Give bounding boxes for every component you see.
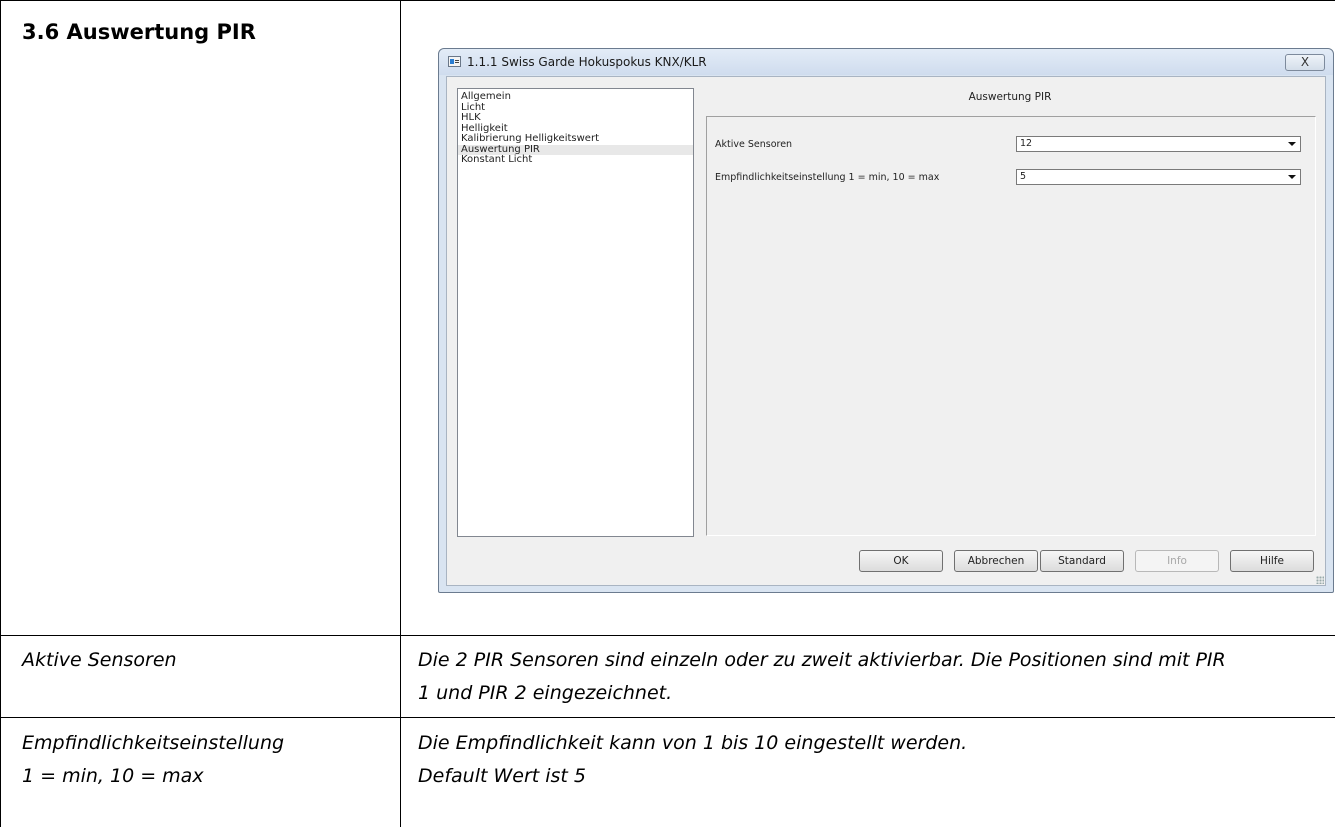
- standard-button[interactable]: Standard: [1040, 550, 1124, 572]
- close-button[interactable]: X: [1285, 54, 1325, 71]
- select-value: 5: [1020, 171, 1027, 182]
- param-name-cell: Aktive Sensoren: [22, 644, 177, 677]
- param-description-cell: Die 2 PIR Sensoren sind einzeln oder zu …: [418, 644, 1226, 710]
- panel-title: Auswertung PIR: [968, 91, 1052, 103]
- param-label-aktive-sensoren: Aktive Sensoren: [715, 139, 793, 150]
- param-name-line: 1 = min, 10 = max: [22, 765, 204, 787]
- param-label-empfindlichkeit: Empfindlichkeitseinstellung 1 = min, 10 …: [715, 172, 940, 183]
- dialog-titlebar[interactable]: 1.1.1 Swiss Garde Hokuspokus KNX/KLR X: [439, 49, 1333, 75]
- nav-item-konstant-licht[interactable]: Konstant Licht: [458, 154, 693, 166]
- aktive-sensoren-select[interactable]: 12: [1016, 136, 1301, 152]
- nav-item-kalibrierung[interactable]: Kalibrierung Helligkeitswert: [458, 133, 693, 145]
- section-heading: 3.6 Auswertung PIR: [22, 20, 256, 44]
- close-icon: X: [1300, 55, 1310, 69]
- description-line: Default Wert ist 5: [418, 765, 586, 787]
- chevron-down-icon: [1288, 142, 1296, 146]
- info-button[interactable]: Info: [1135, 550, 1219, 572]
- nav-item-allgemein[interactable]: Allgemein: [458, 91, 693, 103]
- description-line: Die Empfindlichkeit kann von 1 bis 10 ei…: [418, 732, 968, 754]
- help-button[interactable]: Hilfe: [1230, 550, 1314, 572]
- parameter-page-list[interactable]: Allgemein Licht HLK Helligkeit Kalibrier…: [457, 88, 694, 537]
- chevron-down-icon: [1288, 175, 1296, 179]
- nav-item-hlk[interactable]: HLK: [458, 112, 693, 124]
- param-description-cell: Die Empfindlichkeit kann von 1 bis 10 ei…: [418, 727, 967, 793]
- select-value: 12: [1020, 138, 1033, 149]
- table-row-divider: [0, 635, 1335, 636]
- param-name-line: Aktive Sensoren: [22, 649, 177, 671]
- description-line: 1 und PIR 2 eingezeichnet.: [418, 682, 673, 704]
- table-column-divider: [400, 0, 401, 827]
- parameter-panel: Aktive Sensoren 12 Empfindlichkeitseinst…: [706, 116, 1316, 536]
- dialog-client-area: Allgemein Licht HLK Helligkeit Kalibrier…: [446, 76, 1326, 586]
- nav-item-licht[interactable]: Licht: [458, 102, 693, 114]
- empfindlichkeit-select[interactable]: 5: [1016, 169, 1301, 185]
- parameter-dialog: 1.1.1 Swiss Garde Hokuspokus KNX/KLR X A…: [438, 48, 1334, 593]
- cancel-button[interactable]: Abbrechen: [954, 550, 1038, 572]
- param-name-line: Empfindlichkeitseinstellung: [22, 732, 285, 754]
- dialog-title: 1.1.1 Swiss Garde Hokuspokus KNX/KLR: [467, 55, 707, 69]
- description-line: Die 2 PIR Sensoren sind einzeln oder zu …: [418, 649, 1226, 671]
- table-border-left: [0, 0, 1, 827]
- table-row-divider: [0, 717, 1335, 718]
- resize-grip-icon[interactable]: [1316, 576, 1324, 584]
- param-name-cell: Empfindlichkeitseinstellung 1 = min, 10 …: [22, 727, 284, 793]
- table-border-top: [0, 0, 1335, 1]
- app-icon: [448, 56, 461, 67]
- ok-button[interactable]: OK: [859, 550, 943, 572]
